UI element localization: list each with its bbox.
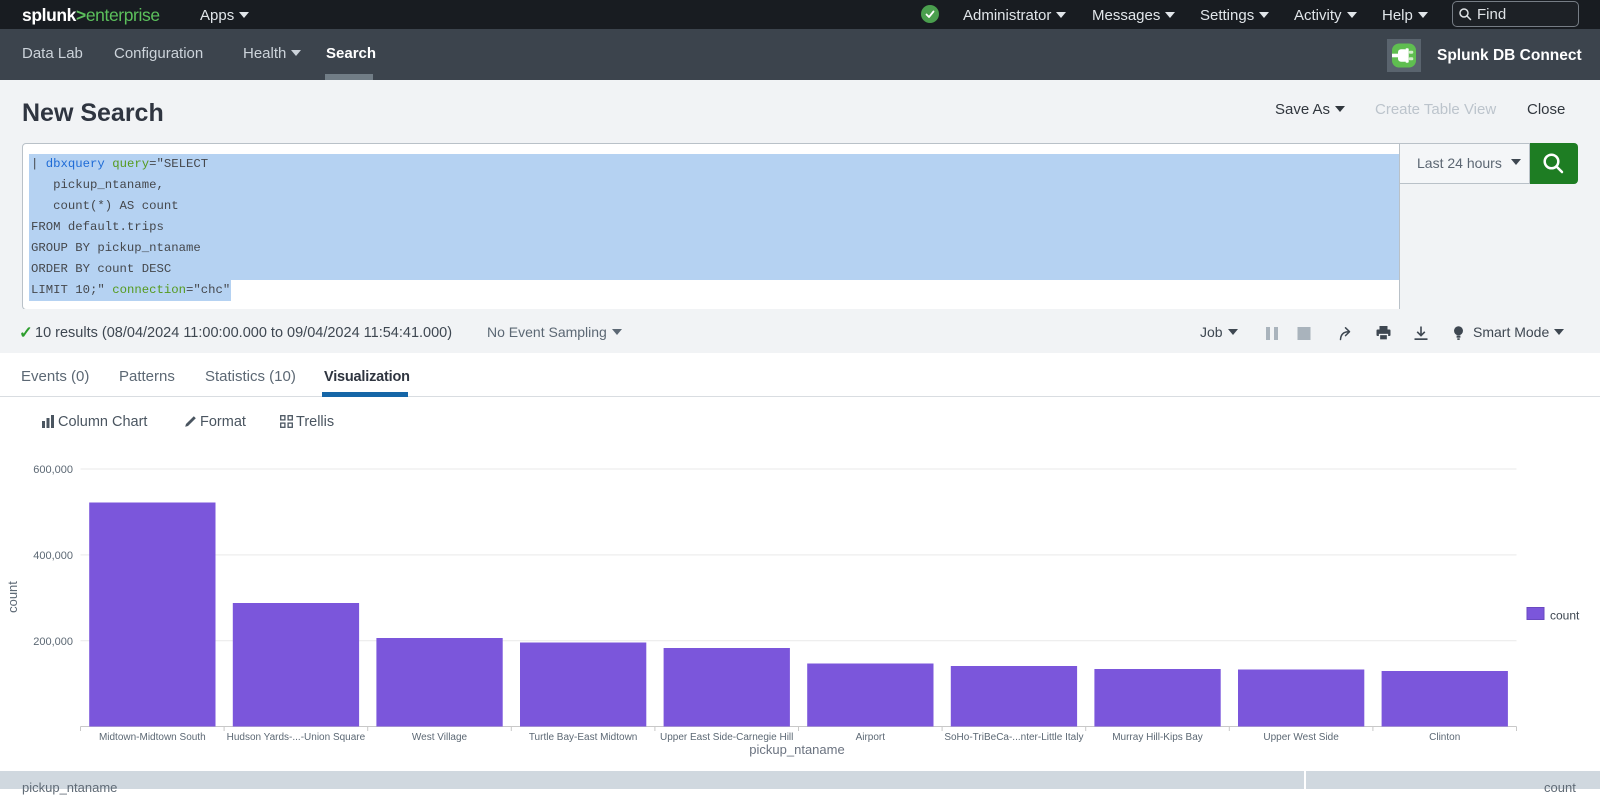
svg-text:Turtle Bay-East Midtown: Turtle Bay-East Midtown — [529, 732, 638, 743]
svg-text:Clinton: Clinton — [1429, 732, 1460, 743]
svg-text:Murray Hill-Kips Bay: Murray Hill-Kips Bay — [1112, 732, 1203, 743]
svg-text:count: count — [1550, 609, 1580, 623]
svg-text:Airport: Airport — [856, 732, 886, 743]
svg-text:West Village: West Village — [412, 732, 468, 743]
svg-text:count: count — [5, 581, 20, 613]
svg-text:pickup_ntaname: pickup_ntaname — [749, 742, 844, 757]
svg-text:Hudson Yards-...-Union Square: Hudson Yards-...-Union Square — [227, 732, 366, 743]
svg-text:Upper West Side: Upper West Side — [1263, 732, 1339, 743]
svg-text:400,000: 400,000 — [33, 550, 73, 562]
svg-text:600,000: 600,000 — [33, 464, 73, 476]
svg-text:Midtown-Midtown South: Midtown-Midtown South — [99, 732, 206, 743]
svg-text:200,000: 200,000 — [33, 636, 73, 648]
svg-text:SoHo-TriBeCa-...nter-Little It: SoHo-TriBeCa-...nter-Little Italy — [944, 732, 1083, 743]
